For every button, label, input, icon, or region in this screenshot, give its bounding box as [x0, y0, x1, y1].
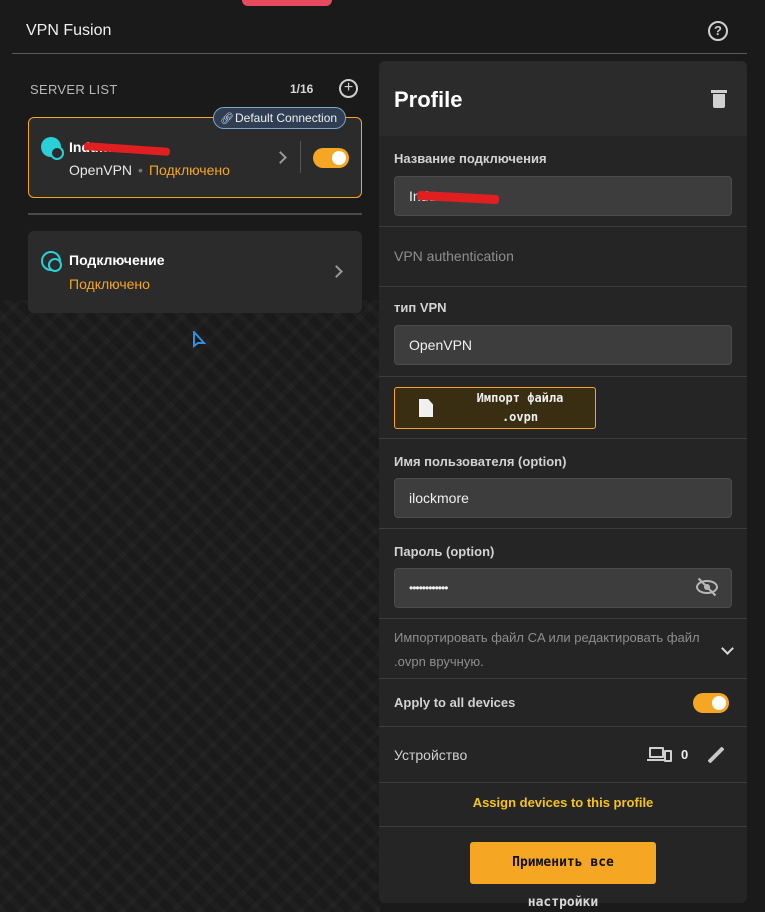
device-label: Устройство: [394, 747, 468, 763]
ca-import-text[interactable]: Импортировать файл CA или редактировать …: [394, 626, 724, 674]
apply-all-toggle[interactable]: [693, 693, 729, 713]
section-divider: [28, 213, 362, 215]
server-card-subtitle: OpenVPN • Подключено: [69, 162, 230, 178]
server-card-secondary[interactable]: [28, 231, 362, 313]
mouse-cursor-icon: [193, 331, 206, 348]
background-pattern: [0, 300, 380, 912]
edit-pencil-icon[interactable]: [707, 746, 725, 764]
apply-all-label: Apply to all devices: [394, 695, 516, 710]
server-card-status: Подключено: [148, 162, 230, 178]
eye-off-icon[interactable]: [696, 577, 718, 597]
password-input[interactable]: ••••••••••••: [394, 568, 732, 608]
import-ovpn-label-line1: Импорт файла: [476, 391, 564, 405]
file-icon: [419, 399, 433, 417]
app-header: VPN Fusion ?: [12, 0, 747, 54]
username-input[interactable]: ilockmore: [394, 478, 732, 518]
row-divider: [379, 226, 747, 227]
page-title: VPN Fusion: [26, 22, 112, 39]
vpn-auth-label: VPN authentication: [394, 248, 514, 264]
row-divider: [379, 376, 747, 377]
import-ovpn-button[interactable]: Импорт файла .ovpn: [394, 387, 596, 429]
add-server-icon[interactable]: +: [339, 79, 358, 98]
import-ovpn-label: Импорт файла .ovpn: [455, 389, 585, 427]
server-enable-toggle[interactable]: [313, 148, 349, 168]
default-connection-label: Default Connection: [235, 111, 338, 125]
row-divider: [379, 782, 747, 783]
server-list-label: SERVER LIST: [30, 82, 118, 97]
link-icon: 🔗︎: [220, 113, 234, 125]
vpn-type-label: тип VPN: [394, 300, 447, 315]
row-divider: [379, 678, 747, 679]
device-count: 0: [681, 747, 689, 762]
profile-title: Profile: [394, 87, 463, 112]
row-divider: [379, 826, 747, 827]
server-card-primary[interactable]: [28, 117, 362, 198]
separator-dot: •: [138, 162, 143, 178]
trash-icon[interactable]: [711, 90, 727, 108]
vpn-type-select[interactable]: OpenVPN: [394, 325, 732, 365]
row-divider: [379, 528, 747, 529]
row-divider: [379, 726, 747, 727]
password-label: Пароль (option): [394, 544, 495, 559]
server-count: 1/16: [290, 82, 314, 96]
username-label: Имя пользователя (option): [394, 454, 567, 469]
devices-icon: [647, 747, 672, 763]
assign-devices-link[interactable]: Assign devices to this profile: [379, 795, 747, 810]
row-divider: [379, 438, 747, 439]
server-card-title-2: Подключение: [69, 252, 165, 268]
server-card-status-2: Подключено: [69, 276, 150, 292]
profile-header: Profile: [379, 61, 747, 136]
globe-check-icon: [41, 251, 62, 272]
server-card-protocol: OpenVPN: [69, 162, 133, 178]
connection-name-label: Название подключения: [394, 151, 547, 166]
import-ovpn-label-line2: .ovpn: [501, 410, 539, 424]
vertical-divider: [300, 141, 301, 173]
row-divider: [379, 286, 747, 287]
profile-panel: Profile Название подключения Indu…a VPN …: [379, 61, 747, 903]
default-connection-badge: 🔗︎Default Connection: [213, 107, 347, 129]
apply-button-overflow-text: настройки: [527, 895, 599, 910]
apply-all-settings-button[interactable]: Применить все: [470, 842, 656, 884]
row-divider: [379, 618, 747, 619]
help-icon[interactable]: ?: [708, 21, 728, 41]
globe-lock-icon: [41, 137, 64, 160]
